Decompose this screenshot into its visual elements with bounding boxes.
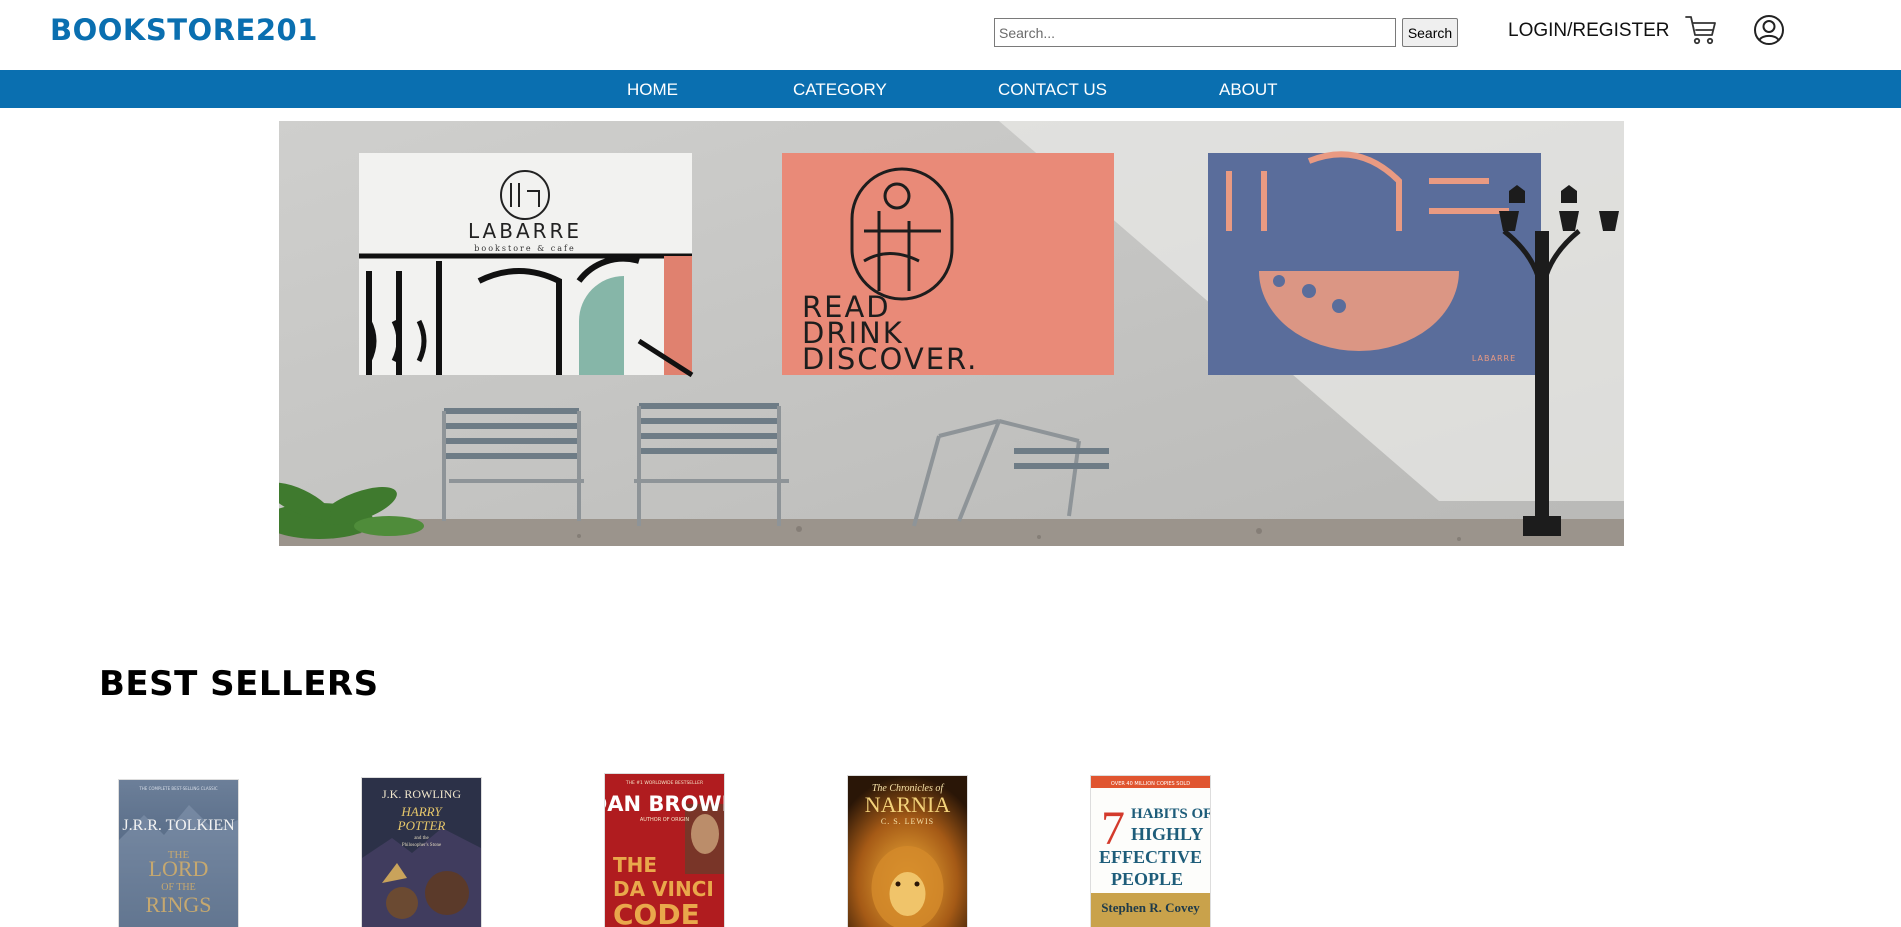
svg-text:NARNIA: NARNIA — [865, 792, 951, 817]
svg-text:EFFECTIVE: EFFECTIVE — [1099, 847, 1202, 867]
poster-labarre: LABARRE bookstore & cafe — [359, 153, 694, 378]
cart-icon[interactable] — [1684, 14, 1718, 46]
svg-text:DAN BROWN: DAN BROWN — [605, 792, 724, 816]
book-card-7-habits[interactable]: OVER 40 MILLION COPIES SOLD 7 HABITS OF … — [1091, 776, 1210, 927]
svg-text:HARRY: HARRY — [400, 804, 443, 819]
nav-category[interactable]: CATEGORY — [793, 80, 887, 100]
site-header: BOOKSTORE201 Search LOGIN/REGISTER — [0, 0, 1901, 70]
nav-contact-us[interactable]: CONTACT US — [998, 80, 1107, 100]
svg-text:bookstore & cafe: bookstore & cafe — [474, 244, 575, 253]
search-input[interactable] — [994, 18, 1396, 47]
site-logo[interactable]: BOOKSTORE201 — [50, 13, 318, 47]
svg-text:HIGHLY: HIGHLY — [1131, 824, 1203, 844]
main-nav: HOME CATEGORY CONTACT US ABOUT — [0, 70, 1901, 108]
svg-text:AUTHOR OF ORIGIN: AUTHOR OF ORIGIN — [640, 817, 690, 823]
login-register-link[interactable]: LOGIN/REGISTER — [1508, 20, 1670, 42]
svg-text:LABARRE: LABARRE — [1472, 354, 1516, 363]
svg-text:Philosopher's Stone: Philosopher's Stone — [402, 843, 442, 848]
svg-text:PEOPLE: PEOPLE — [1111, 869, 1183, 889]
svg-text:RINGS: RINGS — [145, 892, 211, 917]
search-button[interactable]: Search — [1402, 18, 1458, 47]
user-icon[interactable] — [1753, 14, 1785, 46]
svg-text:LABARRE: LABARRE — [468, 219, 582, 243]
poster-blue-pattern: LABARRE — [1208, 151, 1541, 375]
svg-text:OVER 40 MILLION COPIES SOLD: OVER 40 MILLION COPIES SOLD — [1111, 781, 1190, 787]
svg-text:DISCOVER.: DISCOVER. — [802, 342, 978, 376]
hero-banner: LABARRE bookstore & cafe READ DRINK DISC… — [279, 121, 1624, 546]
book-card-da-vinci-code[interactable]: THE #1 WORLDWIDE BESTSELLER DAN BROWN AU… — [605, 774, 724, 927]
book-card-narnia[interactable]: The Chronicles of NARNIA C. S. LEWIS — [848, 776, 967, 927]
svg-text:J.K. ROWLING: J.K. ROWLING — [382, 787, 461, 801]
nav-home[interactable]: HOME — [627, 80, 678, 100]
svg-text:C. S. LEWIS: C. S. LEWIS — [881, 817, 934, 826]
poster-read-drink-discover: READ DRINK DISCOVER. — [782, 153, 1114, 376]
book-card-harry-potter[interactable]: J.K. ROWLING HARRY POTTER and the Philos… — [362, 778, 481, 927]
svg-text:CODE: CODE — [613, 898, 700, 927]
svg-text:J.R.R. TOLKIEN: J.R.R. TOLKIEN — [122, 817, 235, 834]
svg-text:and the: and the — [414, 836, 429, 841]
svg-text:HABITS OF: HABITS OF — [1131, 806, 1210, 822]
svg-text:LORD: LORD — [149, 856, 209, 881]
gravel-floor — [279, 519, 1624, 546]
svg-text:THE COMPLETE BEST-SELLING CLAS: THE COMPLETE BEST-SELLING CLASSIC — [138, 786, 218, 791]
svg-text:THE: THE — [613, 853, 657, 877]
svg-text:POTTER: POTTER — [397, 818, 446, 833]
nav-about[interactable]: ABOUT — [1219, 80, 1278, 100]
svg-text:Stephen R. Covey: Stephen R. Covey — [1101, 900, 1200, 915]
book-card-lord-of-the-rings[interactable]: THE COMPLETE BEST-SELLING CLASSIC J.R.R.… — [119, 780, 238, 927]
best-sellers-heading: BEST SELLERS — [99, 664, 379, 704]
svg-text:THE #1 WORLDWIDE BESTSELLER: THE #1 WORLDWIDE BESTSELLER — [625, 780, 703, 786]
